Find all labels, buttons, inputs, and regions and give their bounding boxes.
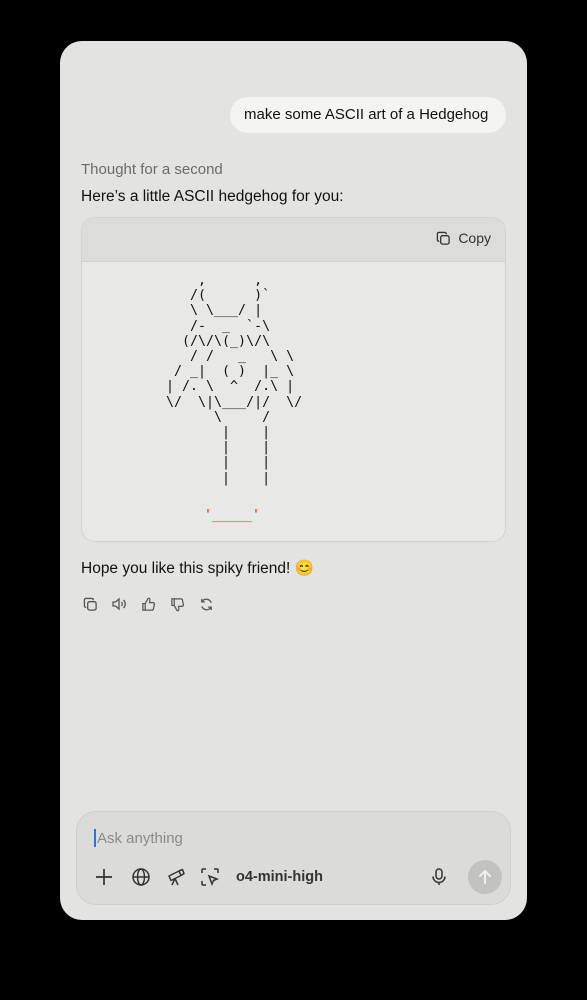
code-block-header: Copy xyxy=(82,218,505,262)
globe-icon xyxy=(132,868,150,886)
copy-message-button[interactable] xyxy=(81,595,99,613)
send-button[interactable] xyxy=(468,860,502,894)
code-block: Copy , , /( )` \ \___/ | /- _ `-\ (/\/\(… xyxy=(81,217,506,542)
user-message-bubble: make some ASCII art of a Hedgehog xyxy=(230,97,506,133)
arrow-up-icon xyxy=(479,870,491,884)
copy-icon xyxy=(83,597,97,611)
user-message-text: make some ASCII art of a Hedgehog xyxy=(244,106,489,123)
web-search-button[interactable] xyxy=(126,862,156,892)
regenerate-button[interactable] xyxy=(197,595,215,613)
thought-label[interactable]: Thought for a second xyxy=(81,161,223,178)
copy-code-button[interactable]: Copy xyxy=(436,230,491,246)
microphone-icon xyxy=(432,868,446,885)
copy-icon xyxy=(437,231,451,245)
screen-select-icon xyxy=(201,868,220,887)
speaker-icon xyxy=(112,597,126,611)
add-attachment-button[interactable] xyxy=(89,862,119,892)
thumbs-down-button[interactable] xyxy=(168,595,186,613)
chat-window: make some ASCII art of a Hedgehog Though… xyxy=(60,41,527,920)
screen-select-button[interactable] xyxy=(195,862,225,892)
message-composer: o4-mini-high xyxy=(76,811,511,905)
voice-input-button[interactable] xyxy=(424,862,454,892)
model-selector[interactable]: o4-mini-high xyxy=(236,869,323,885)
assistant-outro-text: Hope you like this spiky friend! 😊 xyxy=(81,560,314,577)
ascii-hedgehog-art: , , /( )` \ \___/ | /- _ `-\ (/\/\(_)\/\… xyxy=(166,273,303,486)
message-actions xyxy=(81,595,215,613)
ascii-hedgehog-base: '_____' xyxy=(204,508,261,523)
copy-code-label: Copy xyxy=(458,230,491,246)
prompt-input[interactable] xyxy=(93,824,492,852)
thumbs-down-icon xyxy=(170,597,184,611)
thumbs-up-icon xyxy=(141,597,155,611)
read-aloud-button[interactable] xyxy=(110,595,128,613)
telescope-icon xyxy=(168,868,185,886)
thumbs-up-button[interactable] xyxy=(139,595,157,613)
regenerate-icon xyxy=(200,598,212,610)
deep-research-button[interactable] xyxy=(161,862,191,892)
assistant-intro-text: Here’s a little ASCII hedgehog for you: xyxy=(81,188,344,205)
plus-icon xyxy=(96,869,112,885)
